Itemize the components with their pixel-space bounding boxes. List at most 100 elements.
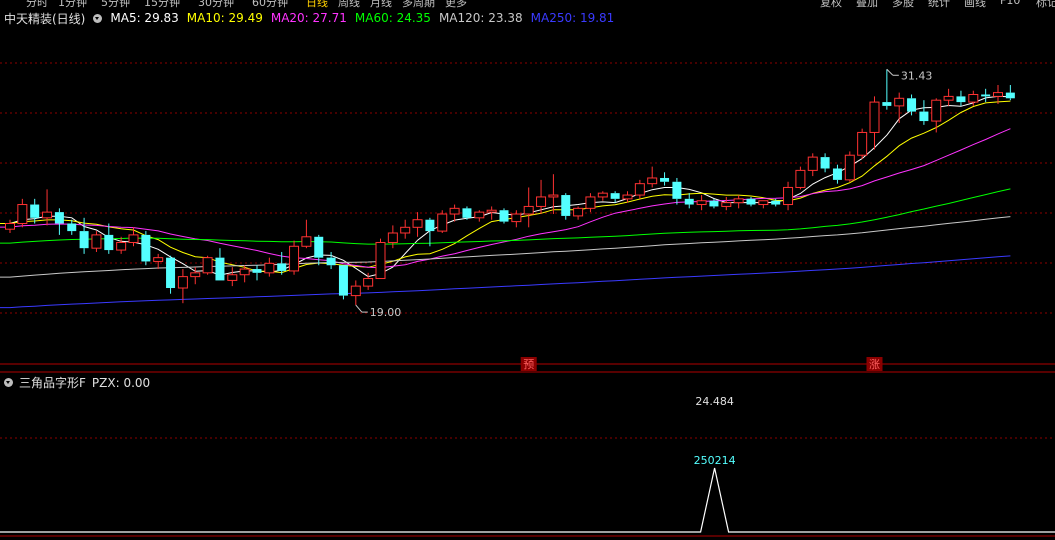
candle-body xyxy=(771,200,781,205)
candle-body xyxy=(239,268,250,276)
candle-66 xyxy=(820,153,830,173)
candle-69 xyxy=(857,128,868,160)
candle-33 xyxy=(412,212,423,237)
candle-body xyxy=(981,94,991,97)
candle-35 xyxy=(437,210,448,233)
candle-body xyxy=(462,208,472,218)
candle-54 xyxy=(672,177,682,205)
pzx-line xyxy=(0,467,1055,533)
candle-56 xyxy=(696,195,707,211)
pzx-peak-date: 250214 xyxy=(694,454,736,467)
candle-body xyxy=(523,205,534,215)
candle-body xyxy=(326,257,336,266)
candle-40 xyxy=(499,208,509,224)
candle-body xyxy=(968,94,979,103)
candle-body xyxy=(474,211,485,219)
candle-51 xyxy=(634,179,645,199)
candle-14 xyxy=(177,269,188,304)
candle-24 xyxy=(301,219,312,249)
candle-body xyxy=(511,213,522,223)
candle-body xyxy=(795,169,806,188)
candle-53 xyxy=(660,172,670,186)
candle-body xyxy=(943,95,954,101)
annotation-label-1: 19.00 xyxy=(370,306,402,319)
candle-body xyxy=(54,212,64,224)
candle-42 xyxy=(523,187,534,228)
candle-body xyxy=(141,234,151,262)
candle-68 xyxy=(844,151,855,182)
candle-body xyxy=(610,193,620,199)
annotation-leader-1 xyxy=(355,304,363,313)
candle-75 xyxy=(931,98,942,133)
candle-79 xyxy=(981,88,991,103)
candle-body xyxy=(42,211,53,219)
candle-body xyxy=(486,209,497,213)
candle-body xyxy=(597,192,608,198)
candle-81 xyxy=(1005,85,1015,101)
candle-body xyxy=(857,131,868,156)
candle-body xyxy=(5,223,15,230)
candle-67 xyxy=(832,164,842,184)
candle-body xyxy=(128,234,139,243)
candle-body xyxy=(301,236,312,247)
candle-32 xyxy=(400,219,411,239)
candle-21 xyxy=(264,257,275,277)
candle-body xyxy=(17,204,28,225)
candle-body xyxy=(314,236,324,258)
candle-76 xyxy=(943,88,954,106)
candle-body xyxy=(746,198,756,205)
candle-body xyxy=(412,219,423,228)
candle-body xyxy=(536,196,547,207)
candle-25 xyxy=(314,234,324,266)
candle-5 xyxy=(67,219,77,235)
candle-body xyxy=(387,232,398,243)
candle-body xyxy=(215,257,225,281)
candle-body xyxy=(783,186,794,206)
signal-marker-1: 涨 xyxy=(869,358,880,371)
candle-47 xyxy=(585,193,596,213)
candle-46 xyxy=(573,206,584,220)
candle-16 xyxy=(202,255,213,275)
candle-20 xyxy=(252,265,262,281)
candle-body xyxy=(647,177,658,185)
candle-body xyxy=(807,156,818,171)
candle-28 xyxy=(350,280,361,306)
candle-27 xyxy=(338,265,348,300)
candle-55 xyxy=(684,193,694,209)
candle-12 xyxy=(153,253,164,270)
candle-body xyxy=(375,241,386,280)
candle-11 xyxy=(141,231,151,266)
candle-body xyxy=(869,101,880,133)
candle-body xyxy=(672,181,682,199)
candle-65 xyxy=(807,153,818,177)
candle-body xyxy=(177,276,188,289)
candle-body xyxy=(931,99,942,122)
candle-body xyxy=(907,98,917,112)
candle-body xyxy=(894,97,905,107)
candle-1 xyxy=(17,198,28,228)
candle-30 xyxy=(375,238,386,280)
candle-body xyxy=(67,223,77,232)
candle-41 xyxy=(511,210,522,228)
candle-body xyxy=(289,245,300,272)
candle-body xyxy=(573,207,584,217)
candle-body xyxy=(844,154,855,181)
candle-71 xyxy=(882,69,892,110)
candle-body xyxy=(832,168,842,180)
candle-8 xyxy=(104,223,114,254)
candle-body xyxy=(684,198,694,205)
candle-36 xyxy=(449,204,460,222)
candle-body xyxy=(634,183,645,196)
annotation-leader-0 xyxy=(886,68,894,76)
candle-body xyxy=(350,285,361,297)
candle-18 xyxy=(227,267,238,287)
candle-body xyxy=(363,278,374,287)
candle-body xyxy=(153,257,164,262)
candle-49 xyxy=(610,191,620,203)
candle-23 xyxy=(289,240,300,275)
candle-64 xyxy=(795,166,806,190)
candle-0 xyxy=(5,219,15,233)
candle-body xyxy=(79,231,89,249)
ma250-line xyxy=(0,255,1011,309)
candle-body xyxy=(30,204,40,218)
